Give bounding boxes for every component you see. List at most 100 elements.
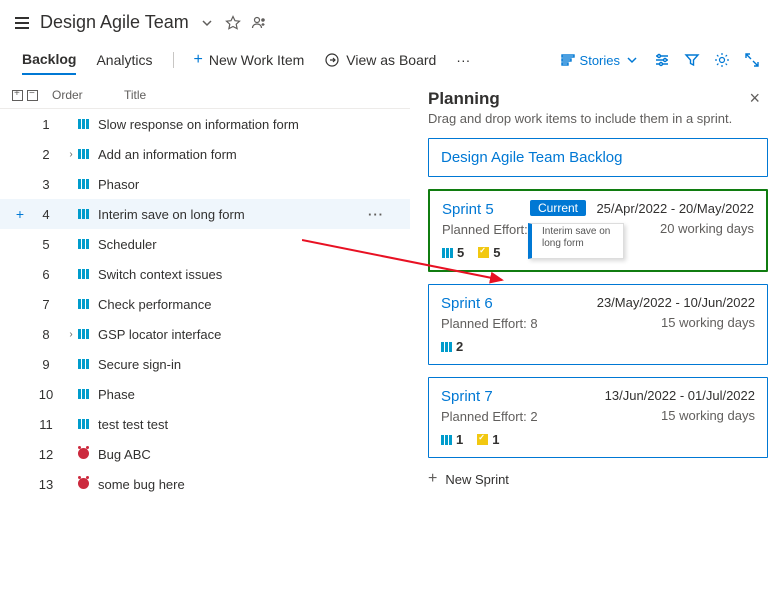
team-members-icon[interactable] (251, 15, 267, 31)
row-order: 13 (28, 477, 64, 492)
work-item-title[interactable]: Phasor (98, 177, 139, 192)
backlog-row[interactable]: +5Scheduler··· (0, 229, 410, 259)
drag-ghost-card: Interim save on long form (528, 223, 624, 259)
chevron-down-icon (624, 52, 640, 68)
planning-panel: Planning × Drag and drop work items to i… (410, 76, 774, 594)
task-icon (478, 247, 489, 258)
user-story-icon (78, 329, 89, 339)
bug-icon (78, 448, 89, 459)
work-item-title[interactable]: Check performance (98, 297, 211, 312)
user-story-icon (78, 209, 89, 219)
team-title[interactable]: Design Agile Team (40, 12, 189, 33)
backlog-card[interactable]: Design Agile Team Backlog (428, 138, 768, 177)
work-item-title[interactable]: Phase (98, 387, 135, 402)
grid-header: Order Title (0, 84, 410, 109)
expand-chevron-icon[interactable]: › (64, 149, 78, 160)
user-story-icon (78, 419, 89, 429)
view-as-board-button[interactable]: View as Board (324, 52, 436, 68)
sprint-card[interactable]: Sprint 713/Jun/2022 - 01/Jul/2022Planned… (428, 377, 768, 458)
row-order: 10 (28, 387, 64, 402)
view-options: Stories (560, 52, 774, 68)
backlog-grid: Order Title +1 Slow response on informati… (0, 76, 410, 594)
plus-icon: + (428, 470, 437, 488)
user-story-icon (78, 179, 89, 189)
work-item-title[interactable]: GSP locator interface (98, 327, 221, 342)
favorite-star-icon[interactable] (225, 15, 241, 31)
user-story-icon (78, 239, 89, 249)
row-order: 2 (28, 147, 64, 162)
sprint-days: 15 working days (661, 408, 755, 423)
collapse-all-icon[interactable] (27, 90, 38, 101)
backlog-card-title: Design Agile Team Backlog (441, 149, 755, 166)
page-header: Design Agile Team (0, 0, 774, 41)
row-order: 8 (28, 327, 64, 342)
row-order: 1 (28, 117, 64, 132)
more-actions-button[interactable]: ··· (456, 52, 470, 68)
current-badge: Current (530, 200, 586, 216)
user-story-icon (441, 435, 452, 445)
work-item-title[interactable]: Scheduler (98, 237, 157, 252)
work-item-title[interactable]: some bug here (98, 477, 185, 492)
sprint-dates: 13/Jun/2022 - 01/Jul/2022 (605, 388, 755, 403)
plus-icon: + (194, 51, 203, 69)
row-order: 4 (28, 207, 64, 222)
sprint-dates: 25/Apr/2022 - 20/May/2022 (596, 201, 754, 216)
fullscreen-icon[interactable] (744, 52, 760, 68)
row-more-icon[interactable]: ··· (368, 207, 384, 222)
new-sprint-button[interactable]: + New Sprint (428, 470, 768, 488)
user-story-icon (78, 389, 89, 399)
backlog-level-picker[interactable]: Stories (560, 52, 640, 68)
work-item-title[interactable]: Interim save on long form (98, 207, 245, 222)
add-child-icon[interactable]: + (12, 206, 28, 222)
col-order[interactable]: Order (52, 88, 96, 102)
backlog-row[interactable]: +9Secure sign-in··· (0, 349, 410, 379)
col-title[interactable]: Title (124, 88, 146, 102)
work-item-title[interactable]: Switch context issues (98, 267, 222, 282)
work-item-title[interactable]: Add an information form (98, 147, 237, 162)
row-order: 12 (28, 447, 64, 462)
backlog-row[interactable]: +10Phase··· (0, 379, 410, 409)
backlog-row[interactable]: +1Slow response on information form··· (0, 109, 410, 139)
row-order: 6 (28, 267, 64, 282)
planning-subtitle: Drag and drop work items to include them… (428, 111, 768, 126)
expand-all-icon[interactable] (12, 90, 23, 101)
board-arrow-icon (324, 52, 340, 68)
sprint-days: 20 working days (660, 221, 754, 236)
settings-gear-icon[interactable] (714, 52, 730, 68)
backlog-row[interactable]: +8›GSP locator interface··· (0, 319, 410, 349)
work-item-title[interactable]: Secure sign-in (98, 357, 181, 372)
sprint-card[interactable]: Sprint 5CurrentInterim save on long form… (428, 189, 768, 272)
backlog-row[interactable]: +2›Add an information form··· (0, 139, 410, 169)
backlog-row[interactable]: +13some bug here··· (0, 469, 410, 499)
sprint-days: 15 working days (661, 315, 755, 330)
tab-analytics[interactable]: Analytics (96, 46, 152, 74)
close-icon[interactable]: × (749, 88, 760, 109)
row-order: 11 (28, 417, 64, 432)
backlog-row[interactable]: +12Bug ABC··· (0, 439, 410, 469)
tab-backlog[interactable]: Backlog (22, 45, 76, 75)
work-item-title[interactable]: test test test (98, 417, 168, 432)
row-order: 7 (28, 297, 64, 312)
expand-chevron-icon[interactable]: › (64, 329, 78, 340)
row-order: 3 (28, 177, 64, 192)
level-icon (560, 52, 576, 68)
backlog-row[interactable]: +6Switch context issues··· (0, 259, 410, 289)
sprint-counts: 2 (441, 339, 755, 354)
backlog-row[interactable]: +4 Interim save on long form ··· (0, 199, 410, 229)
chevron-down-icon[interactable] (199, 15, 215, 31)
planning-heading: Planning (428, 89, 500, 109)
row-order: 9 (28, 357, 64, 372)
new-work-item-button[interactable]: + New Work Item (194, 51, 305, 69)
backlog-row[interactable]: +3Phasor··· (0, 169, 410, 199)
task-icon (477, 434, 488, 445)
filter-icon[interactable] (684, 52, 700, 68)
user-story-icon (442, 248, 453, 258)
backlog-row[interactable]: +7Check performance··· (0, 289, 410, 319)
sprint-card[interactable]: Sprint 623/May/2022 - 10/Jun/2022Planned… (428, 284, 768, 365)
backlog-row[interactable]: +11test test test··· (0, 409, 410, 439)
view-options-icon[interactable] (654, 52, 670, 68)
user-story-icon (78, 269, 89, 279)
work-item-title[interactable]: Slow response on information form (98, 117, 299, 132)
work-item-title[interactable]: Bug ABC (98, 447, 151, 462)
sprint-dates: 23/May/2022 - 10/Jun/2022 (597, 295, 755, 310)
